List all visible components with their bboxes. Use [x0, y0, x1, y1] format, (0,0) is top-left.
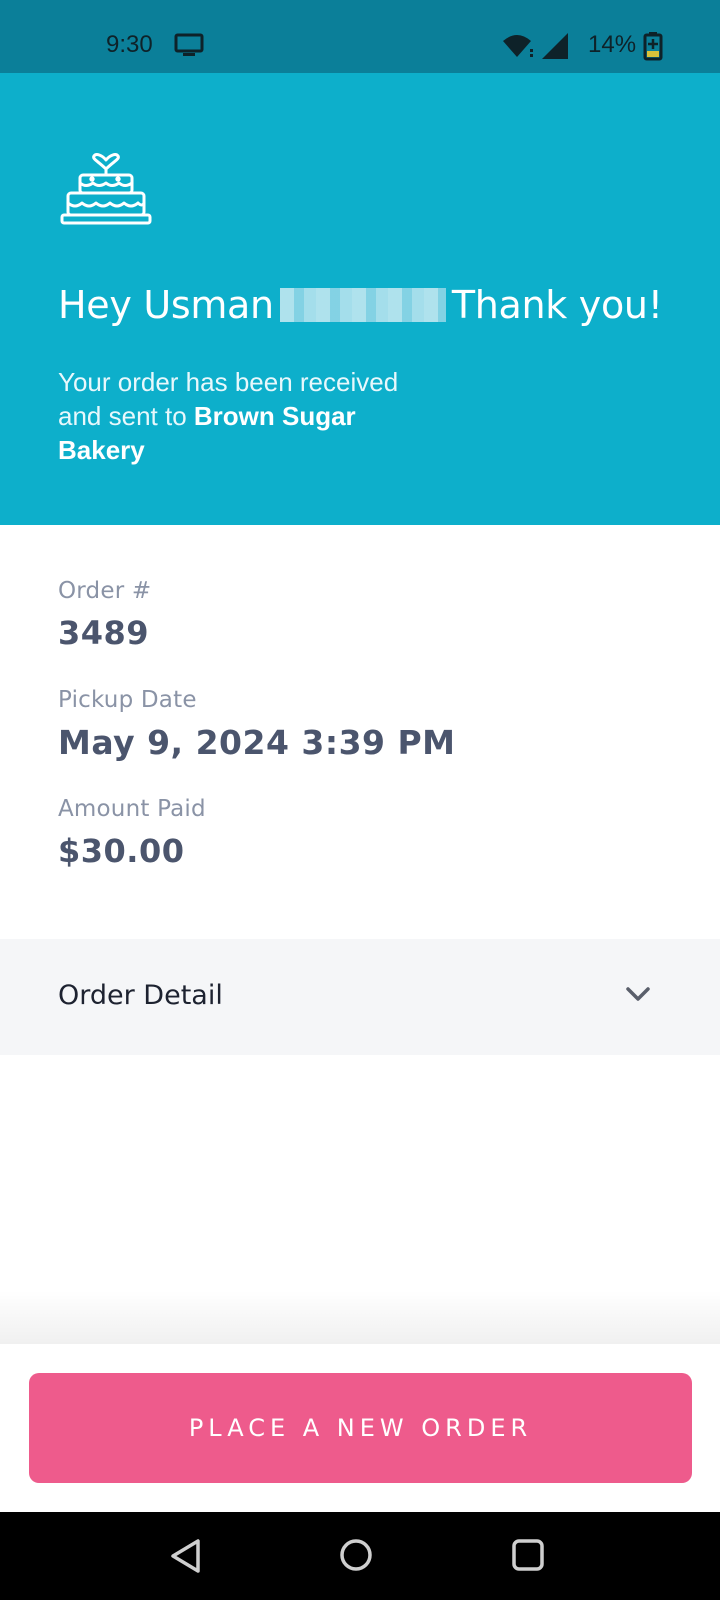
pickup-date-label: Pickup Date	[58, 687, 197, 713]
order-number-label: Order #	[58, 578, 152, 604]
battery-charging-icon	[643, 32, 663, 61]
order-detail-accordion[interactable]: Order Detail	[0, 939, 720, 1055]
back-icon[interactable]	[168, 1537, 204, 1575]
button-shadow	[0, 1290, 720, 1344]
chevron-down-icon[interactable]	[624, 984, 652, 1004]
order-number-value: 3489	[58, 614, 150, 652]
recents-icon[interactable]	[510, 1537, 546, 1573]
greeting-prefix: Hey Usman	[58, 283, 274, 327]
pickup-date-value: May 9, 2024 3:39 PM	[58, 723, 456, 762]
bottom-action-bar: PLACE A NEW ORDER	[0, 1344, 720, 1512]
order-summary: Order # 3489 Pickup Date May 9, 2024 3:3…	[58, 578, 678, 905]
status-time: 9:30	[106, 31, 153, 58]
order-number-row: Order # 3489	[58, 578, 678, 687]
amount-paid-row: Amount Paid $30.00	[58, 796, 678, 905]
screen-cast-icon	[174, 33, 204, 56]
greeting-suffix: Thank you!	[451, 283, 663, 327]
redacted-surname	[279, 288, 446, 322]
wifi-icon	[503, 35, 533, 57]
battery-percentage: 14%	[588, 31, 637, 58]
status-bar: 9:30 14%	[0, 0, 720, 73]
amount-paid-value: $30.00	[58, 832, 185, 870]
pickup-date-row: Pickup Date May 9, 2024 3:39 PM	[58, 687, 678, 796]
greeting-heading: Hey Usman Thank you!	[58, 283, 698, 327]
signal-icon	[542, 33, 568, 59]
order-detail-label: Order Detail	[58, 980, 223, 1011]
order-received-message: Your order has been received and sent to…	[58, 365, 438, 467]
order-confirmation-screen: 9:30 14% Hey Usman Thank you! Your order…	[0, 0, 720, 1600]
system-nav-bar	[0, 1512, 720, 1600]
cake-icon	[60, 153, 152, 225]
home-icon[interactable]	[338, 1537, 374, 1573]
confirmation-header: Hey Usman Thank you! Your order has been …	[0, 73, 720, 525]
amount-paid-label: Amount Paid	[58, 796, 206, 822]
place-new-order-button[interactable]: PLACE A NEW ORDER	[29, 1373, 692, 1483]
